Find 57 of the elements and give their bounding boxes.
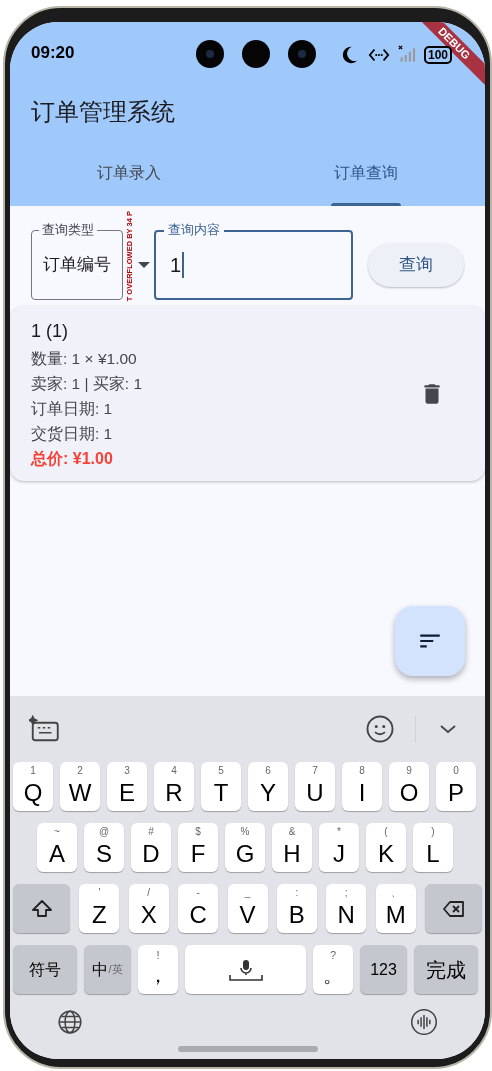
sort-button[interactable] (395, 606, 465, 676)
camera-icon (242, 40, 270, 68)
keyboard-key[interactable]: 6 Y (248, 762, 288, 811)
order-total: 总价: ¥1.00 (31, 449, 114, 469)
order-detail: 卖家: 1 | 买家: 1 (31, 374, 144, 394)
keyboard-key[interactable]: 9 O (389, 762, 429, 811)
keyboard-key[interactable]: 、 M (375, 884, 416, 933)
tab[interactable]: 订单录入 (10, 140, 248, 206)
order-title: 1 (1) (31, 320, 69, 343)
camera-icon (288, 40, 316, 68)
shift-key[interactable] (13, 884, 70, 933)
keyboard-key[interactable]: 符号 (13, 945, 77, 994)
signal-icon (398, 45, 418, 65)
keyboard-key[interactable]: / X (128, 884, 169, 933)
keyboard-key[interactable]: 完成 (414, 945, 478, 994)
order-card[interactable]: 1 (1) 数量: 1 × ¥1.00 卖家: 1 | 买家: 1 订单日期: 1 交货日期: 1 总价: ¥1.00 (10, 306, 485, 481)
status-time: 09:20 (31, 42, 75, 65)
keyboard-key[interactable]: 5 T (201, 762, 241, 811)
dropdown-caret-icon[interactable] (138, 261, 150, 268)
globe-icon[interactable] (57, 1009, 83, 1035)
ai-keyboard-icon[interactable] (29, 714, 59, 744)
keyboard-key[interactable]: # D (131, 823, 171, 872)
tab[interactable]: 订单查询 (247, 140, 485, 206)
keyboard-key[interactable]: 7 U (295, 762, 335, 811)
order-detail: 订单日期: 1 (31, 399, 114, 419)
keyboard-key[interactable]: ( K (366, 823, 406, 872)
voice-input-icon[interactable] (410, 1008, 438, 1036)
order-detail: 交货日期: 1 (31, 424, 114, 444)
keyboard-key[interactable]: ~ A (37, 823, 77, 872)
keyboard-key[interactable]: 123 (360, 945, 407, 994)
keyboard-key[interactable]: & H (272, 823, 312, 872)
language-key[interactable]: 中/英 (84, 945, 131, 994)
keyboard-key[interactable]: 1 Q (13, 762, 53, 811)
app-title: 订单管理系统 (31, 97, 175, 127)
backspace-key[interactable] (425, 884, 482, 933)
keyboard-key[interactable]: 0 P (436, 762, 476, 811)
emoji-icon[interactable] (365, 714, 395, 744)
keyboard-key[interactable]: $ F (178, 823, 218, 872)
keyboard-key[interactable]: ; N (326, 884, 367, 933)
keyboard-key[interactable]: % G (225, 823, 265, 872)
keyboard-key[interactable]: ! ， (138, 945, 178, 994)
keyboard-key[interactable]: 2 W (60, 762, 100, 811)
keyboard-key[interactable]: 4 R (154, 762, 194, 811)
order-detail: 数量: 1 × ¥1.00 (31, 349, 138, 369)
keyboard-key[interactable]: ' Z (79, 884, 120, 933)
keyboard-key[interactable]: 8 I (342, 762, 382, 811)
keyboard-key[interactable]: - C (178, 884, 219, 933)
keyboard-key[interactable]: : B (276, 884, 317, 933)
camera-icon (196, 40, 224, 68)
keyboard-key[interactable]: * J (319, 823, 359, 872)
keyboard-key[interactable]: 3 E (107, 762, 147, 811)
search-button[interactable]: 查询 (368, 242, 464, 287)
keyboard-key[interactable]: ) L (413, 823, 453, 872)
keyboard-key[interactable]: @ S (84, 823, 124, 872)
keyboard-key[interactable]: ? 。 (313, 945, 353, 994)
keyboard-key[interactable]: _ V (227, 884, 268, 933)
space-key[interactable] (185, 945, 306, 994)
